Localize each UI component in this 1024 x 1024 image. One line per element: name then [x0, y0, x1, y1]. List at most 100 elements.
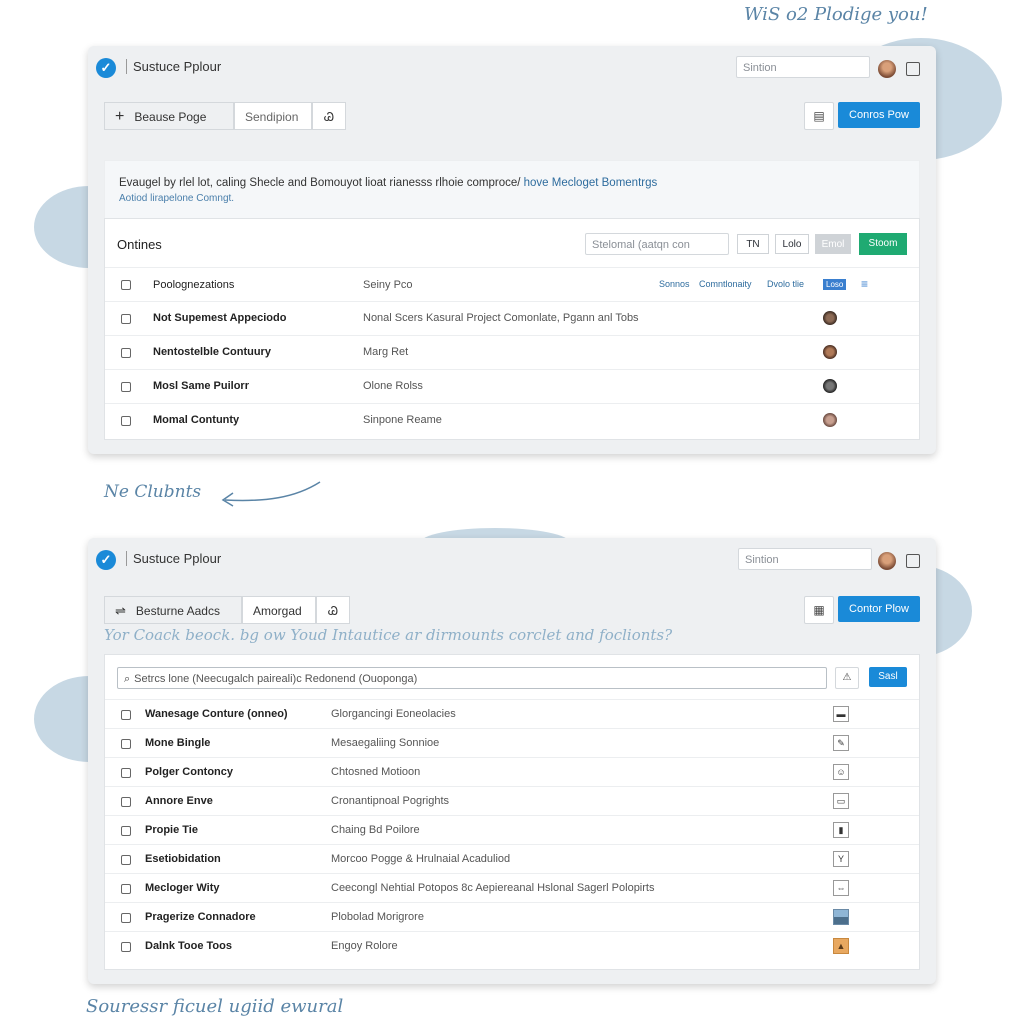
table-row[interactable]: Wanesage Conture (onneo) Glorgancingi Eo…	[105, 699, 919, 729]
row-desc: Cronantipnoal Pogrights	[331, 795, 450, 807]
bell-icon[interactable]: ▲	[833, 938, 849, 954]
row-checkbox[interactable]	[121, 739, 131, 749]
row-name: Mosl Same Puilorr	[153, 380, 249, 392]
tab-label: Besturne Aadcs	[135, 604, 220, 618]
row-desc: Nonal Scers Kasural Project Comonlate, P…	[363, 312, 639, 324]
info-banner: Evaugel by rlel lot, caling Shecle and B…	[104, 160, 920, 222]
header-link[interactable]: Comntlonaity	[699, 279, 752, 289]
link-icon[interactable]: ⇔	[833, 880, 849, 896]
contor-plow-button[interactable]: Contor Plow	[838, 596, 920, 622]
search-input[interactable]: Sintion	[736, 56, 870, 78]
row-name: Poolognezations	[153, 279, 235, 291]
window-icon[interactable]	[906, 62, 920, 76]
table-row[interactable]: Annore Enve Cronantipnoal Pogrights ▭	[105, 786, 919, 816]
row-checkbox[interactable]	[121, 314, 131, 324]
edit-icon[interactable]: ✎	[833, 735, 849, 751]
table-row[interactable]: Esetiobidation Morcoo Pogge & Hrulnaial …	[105, 844, 919, 874]
window-icon[interactable]	[906, 554, 920, 568]
person-icon[interactable]: ☺	[833, 764, 849, 780]
avatar[interactable]	[823, 311, 837, 325]
row-checkbox[interactable]	[121, 913, 131, 923]
tab-settings-icon[interactable]: Ꮚ	[316, 596, 350, 624]
search-input[interactable]: ⌕ Setrcs lone (Neecugalch paireali)c Redo…	[117, 667, 827, 689]
row-desc: Glorgancingi Eoneolacies	[331, 708, 456, 720]
row-checkbox[interactable]	[121, 942, 131, 952]
avatar[interactable]	[823, 413, 837, 427]
plus-icon: +	[115, 108, 125, 125]
search-input[interactable]: Sintion	[738, 548, 872, 570]
row-name: Wanesage Conture (onneo)	[145, 708, 288, 720]
header-link[interactable]: Sonnos	[659, 279, 690, 289]
conros-pow-button[interactable]: Conros Pow	[838, 102, 920, 128]
tab-amorgad[interactable]: Amorgad	[242, 596, 316, 624]
row-checkbox[interactable]	[121, 416, 131, 426]
row-checkbox[interactable]	[121, 797, 131, 807]
row-checkbox[interactable]	[121, 855, 131, 865]
row-checkbox[interactable]	[121, 826, 131, 836]
info-text: Evaugel by rlel lot, caling Shecle and B…	[119, 177, 521, 189]
row-name: Polger Contoncy	[145, 766, 234, 778]
tab-beause-poge[interactable]: + Beause Poge	[104, 102, 234, 130]
menu-icon[interactable]: ≡	[861, 277, 868, 291]
sasl-button[interactable]: Sasl	[869, 667, 907, 687]
row-checkbox[interactable]	[121, 884, 131, 894]
tab-settings-icon[interactable]: Ꮚ	[312, 102, 346, 130]
row-desc: Chtosned Motioon	[331, 766, 421, 778]
row-name: Mone Bingle	[145, 737, 211, 749]
header-link[interactable]: Dvolo tlie	[767, 279, 804, 289]
table-row[interactable]: Nentostelble Contuury Marg Ret	[105, 335, 919, 370]
emol-button[interactable]: Emol	[815, 234, 851, 254]
row-name: Dalnk Tooe Toos	[145, 940, 232, 952]
avatar[interactable]	[823, 345, 837, 359]
bottom-note: Souressr ficuel ugiid ewural	[86, 996, 344, 1017]
row-checkbox[interactable]	[121, 348, 131, 358]
row-name: Not Supemest Appeciodo	[153, 312, 287, 324]
search-icon: ⌕	[124, 673, 131, 685]
table-row[interactable]: Polger Contoncy Chtosned Motioon ☺	[105, 757, 919, 787]
avatar[interactable]	[878, 552, 896, 570]
row-desc: Ceecongl Nehtial Potopos 8c Aepiereanal …	[331, 882, 655, 894]
filter-icon[interactable]: Y	[833, 851, 849, 867]
row-checkbox[interactable]	[121, 382, 131, 392]
table-row[interactable]: Mone Bingle Mesaegaliing Sonnioe ✎	[105, 728, 919, 758]
document-icon[interactable]: ▭	[833, 793, 849, 809]
row-name: Annore Enve	[145, 795, 213, 807]
row-checkbox[interactable]	[121, 768, 131, 778]
alert-icon[interactable]: ⚠	[835, 667, 859, 689]
toolbar: + Beause Poge Sendipion Ꮚ ▤ Conros Pow	[104, 102, 920, 130]
table-row[interactable]: Not Supemest Appeciodo Nonal Scers Kasur…	[105, 301, 919, 336]
row-checkbox[interactable]	[121, 710, 131, 720]
table-row[interactable]: Dalnk Tooe Toos Engoy Rolore ▲	[105, 931, 919, 961]
tab-sendipion[interactable]: Sendipion	[234, 102, 312, 130]
tn-button[interactable]: TN	[737, 234, 769, 254]
table-row[interactable]: Poolognezations Seiny Pco Sonnos Comntlo…	[105, 267, 919, 302]
tab-besturne-aadcs[interactable]: ⇌ Besturne Aadcs	[104, 596, 242, 624]
clipboard-icon[interactable]: ▤	[804, 102, 834, 130]
stoom-button[interactable]: Stoom	[859, 233, 907, 255]
row-desc: Seiny Pco	[363, 279, 413, 291]
row-desc: Sinpone Reame	[363, 414, 442, 426]
avatar[interactable]	[878, 60, 896, 78]
table-row[interactable]: Mecloger Wity Ceecongl Nehtial Potopos 8…	[105, 873, 919, 903]
phone-icon[interactable]: ▮	[833, 822, 849, 838]
title-bar: ✓ Sustuce Pplour Sintion	[88, 538, 936, 582]
image-icon[interactable]: ▬	[833, 706, 849, 722]
app-title: Sustuce Pplour	[126, 551, 221, 566]
row-checkbox[interactable]	[121, 280, 131, 290]
table-row[interactable]: Pragerize Connadore Plobolad Morigrore	[105, 902, 919, 932]
info-subtext[interactable]: Aotiod lirapelone Comngt.	[119, 193, 234, 204]
check-logo-icon: ✓	[96, 550, 116, 570]
info-link[interactable]: hove Mecloget Bomentrgs	[524, 177, 658, 189]
landscape-icon[interactable]	[833, 909, 849, 925]
grid-icon[interactable]: ▦	[804, 596, 834, 624]
arrow-icon	[221, 481, 321, 507]
section-title: Ontines	[117, 237, 162, 252]
avatar[interactable]	[823, 379, 837, 393]
table-row[interactable]: Propie Tie Chaing Bd Poilore ▮	[105, 815, 919, 845]
table-row[interactable]: Mosl Same Puilorr Olone Rolss	[105, 369, 919, 404]
filter-input[interactable]: Stelomal (aatqn con	[585, 233, 729, 255]
lolo-button[interactable]: Lolo	[775, 234, 809, 254]
row-name: Momal Contunty	[153, 414, 240, 426]
table-row[interactable]: Momal Contunty Sinpone Reame	[105, 403, 919, 438]
toolbar: ⇌ Besturne Aadcs Amorgad Ꮚ ▦ Contor Plow	[104, 596, 920, 624]
